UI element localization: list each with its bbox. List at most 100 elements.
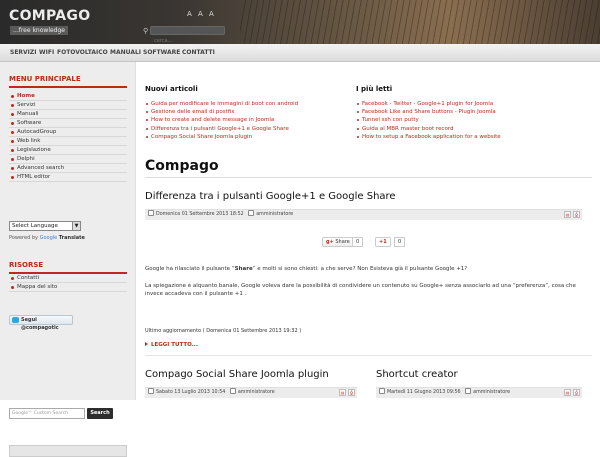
google-logo: Google (39, 235, 58, 241)
title-rule (9, 86, 127, 88)
new-article-link[interactable]: Gestione delle email di postfix (145, 108, 298, 116)
bullet-icon (11, 286, 14, 289)
divider (145, 355, 592, 356)
most-read-link[interactable]: Guida al MBR master boot record (356, 125, 501, 133)
header-background-image (240, 0, 600, 44)
powered-prefix: Powered by (9, 235, 38, 241)
menu-item-home[interactable]: Home (9, 92, 127, 101)
read-more-link[interactable]: LEGGI TUTTO... (145, 342, 198, 348)
pdf-icon[interactable]: ▤ (564, 389, 571, 396)
most-read-title: I più letti (356, 85, 393, 93)
read-more-text: LEGGI TUTTO... (151, 342, 198, 348)
menu-item-mappa-del-sito[interactable]: Mappa del sito (9, 283, 127, 292)
paragraph-line: La spiegazione è alquanto banale, Google… (145, 283, 576, 289)
menu-item-advanced-search[interactable]: Advanced search (9, 164, 127, 173)
chevron-down-icon: ▼ (72, 222, 80, 230)
article-tools: ▤ ⎙ (562, 389, 580, 399)
bullet-icon (146, 111, 148, 114)
print-icon[interactable]: ⎙ (573, 211, 580, 218)
site-logo[interactable]: COMPAGO (9, 8, 90, 24)
language-select[interactable]: Select Language ▼ (9, 221, 81, 231)
bullet-icon (357, 135, 359, 138)
menu-item-manuali[interactable]: Manuali (9, 110, 127, 119)
most-read-link[interactable]: Facebook Like and Share buttons - Plugin… (356, 108, 501, 116)
link-text: How to create and delete message in Joom… (151, 117, 275, 124)
menu-item-web-link[interactable]: Web link (9, 137, 127, 146)
google-share-button[interactable]: g+ Share (322, 237, 354, 247)
article-title[interactable]: Compago Social Share Joomla plugin (145, 369, 329, 380)
nav-item-wifi[interactable]: WIFI (39, 49, 54, 56)
bullet-icon (146, 103, 148, 105)
main-menu: Home Servizi Manuali Software AutocadGro… (9, 92, 127, 182)
most-read-link[interactable]: How to setup a Facebook application for … (356, 133, 501, 141)
print-icon[interactable]: ⎙ (573, 389, 580, 396)
new-article-link[interactable]: Differenza tra i pulsanti Google+1 e Goo… (145, 125, 298, 133)
bullet-icon (11, 95, 14, 98)
link-text: Tunnel ssh con putty (362, 117, 419, 124)
nav-item-contatti[interactable]: CONTATTI (182, 49, 215, 56)
language-select-value: Select Language (12, 223, 58, 229)
bullet-icon (357, 127, 359, 130)
menu-item-label: AutocadGroup (17, 129, 57, 135)
print-icon[interactable]: ⎙ (348, 389, 355, 396)
menu-item-label: Delphi (17, 156, 35, 162)
menu-item-label: HTML editor (17, 174, 51, 180)
divider (145, 177, 592, 178)
top-search-box[interactable]: ⚲ (143, 26, 225, 44)
nav-item-manuali[interactable]: MANUALI (110, 49, 141, 56)
menu-item-legislazione[interactable]: Legislazione (9, 146, 127, 155)
twitter-follow-button[interactable]: Segui @compagotic (9, 315, 73, 331)
translate-link[interactable]: Translate (59, 235, 85, 241)
new-article-link[interactable]: Compago Social Share Joomla plugin (145, 133, 298, 141)
most-read-list: Facebook - Twitter - Google+1 plugin for… (356, 100, 501, 141)
article-meta: Martedì 11 Giugno 2013 09:56 amministrat… (376, 387, 582, 398)
pdf-icon[interactable]: ▤ (339, 389, 346, 396)
share-count: 0 (352, 237, 364, 247)
link-text: Gestione delle email di postfix (151, 109, 235, 116)
article-date: Domenica 01 Settembre 2013 18:52 (156, 212, 244, 217)
nav-item-fotovoltaico[interactable]: FOTOVOLTAICO (57, 49, 108, 56)
resources-title-text: RISORSE (9, 261, 44, 269)
google-plus-one-button[interactable]: +1 (375, 237, 391, 247)
paragraph-line: invece accadeva con il pulsante +1 . (145, 291, 247, 297)
menu-principale-title: MENU PRINCIPALE (9, 75, 127, 88)
menu-item-label: Software (17, 120, 42, 126)
last-update: Ultimo aggiornamento ( Domenica 01 Sette… (145, 328, 302, 334)
follow-label: Segui @compagotic (21, 317, 59, 331)
triangle-right-icon (145, 342, 148, 346)
google-search-button[interactable]: Search (87, 408, 113, 419)
menu-item-label: Advanced search (17, 165, 65, 171)
new-article-link[interactable]: How to create and delete message in Joom… (145, 116, 298, 124)
most-read-link[interactable]: Tunnel ssh con putty (356, 116, 501, 124)
google-plus-icon: g+ (326, 239, 334, 245)
risorse-title: RISORSE (9, 261, 127, 274)
paragraph-bold: Share (234, 266, 253, 272)
menu-item-servizi[interactable]: Servizi (9, 101, 127, 110)
pdf-icon[interactable]: ▤ (564, 211, 571, 218)
plus-one-label: +1 (379, 239, 387, 245)
calendar-icon (148, 388, 154, 394)
menu-item-autocadgroup[interactable]: AutocadGroup (9, 128, 127, 137)
google-custom-search-input[interactable]: Google™ Custom Search (9, 408, 85, 419)
menu-item-delphi[interactable]: Delphi (9, 155, 127, 164)
nav-item-software[interactable]: SOFTWARE (143, 49, 180, 56)
article-title[interactable]: Differenza tra i pulsanti Google+1 e Goo… (145, 191, 396, 202)
article-title[interactable]: Shortcut creator (376, 369, 458, 380)
new-article-link[interactable]: Guida per modificare le immagini di boot… (145, 100, 298, 108)
bullet-icon (357, 111, 359, 114)
most-read-link[interactable]: Facebook - Twitter - Google+1 plugin for… (356, 100, 501, 108)
nav-item-servizi[interactable]: SERVIZI (10, 49, 37, 56)
link-text: Compago Social Share Joomla plugin (151, 133, 253, 140)
article-meta: Sabato 13 Luglio 2013 10:54 amministrato… (145, 387, 357, 398)
article-author: amministratore (256, 212, 294, 217)
page-title: Compago (145, 158, 219, 174)
menu-item-html-editor[interactable]: HTML editor (9, 173, 127, 182)
bullet-icon (11, 149, 14, 152)
menu-item-software[interactable]: Software (9, 119, 127, 128)
menu-item-contatti[interactable]: Contatti (9, 274, 127, 283)
plus-one-count: 0 (394, 237, 406, 247)
new-articles-list: Guida per modificare le immagini di boot… (145, 100, 298, 141)
link-text: Facebook Like and Share buttons - Plugin… (362, 109, 496, 116)
menu-item-label: Manuali (17, 111, 39, 117)
font-size-controls[interactable]: A A A (187, 10, 216, 18)
